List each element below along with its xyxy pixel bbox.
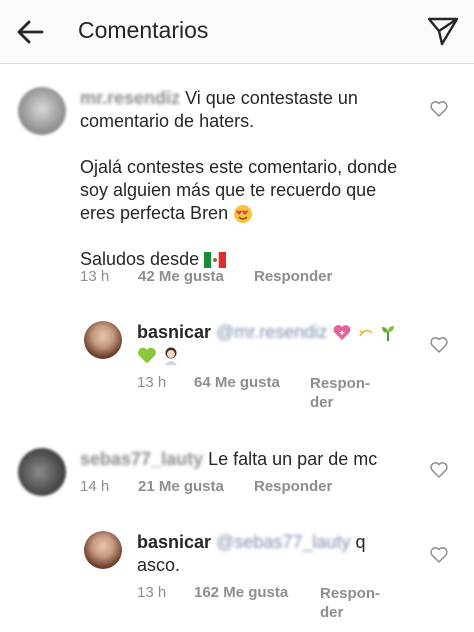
comment-text: sebas77_lauty Le falta un par de mc [80, 448, 378, 471]
mention-link[interactable]: @sebas77_lauty [216, 531, 350, 554]
username[interactable]: basnicar [137, 322, 211, 342]
likes-count[interactable]: 64 Me gusta [194, 374, 280, 391]
likes-count[interactable]: 162 Me gusta [194, 584, 288, 601]
heart-eyes-emoji-icon [234, 205, 253, 224]
person-emoji-icon [165, 347, 178, 366]
avatar[interactable] [84, 321, 122, 359]
reply-button[interactable]: Respon- der [310, 374, 370, 412]
comment-text: mr.resendiz Vi que contestaste un coment… [80, 87, 398, 269]
reply-button[interactable]: Responder [254, 268, 332, 285]
sparkling-heart-icon [333, 325, 351, 341]
green-heart-icon [138, 347, 156, 364]
avatar[interactable] [18, 448, 66, 496]
username[interactable]: basnicar [137, 532, 211, 552]
avatar[interactable] [18, 87, 66, 135]
mexico-flag-icon [204, 252, 227, 269]
comment-meta: 14 h 21 Me gusta Responder [80, 478, 420, 495]
timestamp: 14 h [80, 478, 110, 495]
reply-button[interactable]: Responder [254, 478, 332, 495]
like-heart-icon[interactable] [429, 545, 449, 565]
like-heart-icon[interactable] [429, 335, 449, 355]
avatar[interactable] [84, 531, 122, 569]
page-title: Comentarios [78, 17, 209, 43]
reply-meta: 13 h 162 Me gusta Respon- der [137, 584, 427, 626]
reply-text: basnicar @mr.resendiz [137, 321, 427, 367]
paper-plane-icon[interactable] [426, 14, 460, 48]
timestamp: 13 h [80, 268, 110, 285]
seedling-icon [382, 326, 395, 342]
username[interactable]: mr.resendiz [80, 87, 180, 110]
dizzy-icon [358, 329, 373, 337]
likes-count[interactable]: 21 Me gusta [138, 478, 224, 495]
back-arrow-icon[interactable] [14, 16, 46, 48]
timestamp: 13 h [137, 374, 167, 391]
top-bar: Comentarios [0, 0, 474, 64]
comment-meta: 13 h 42 Me gusta Responder [80, 268, 420, 285]
reply-text: basnicar @sebas77_lauty q asco. [137, 531, 366, 575]
username[interactable]: sebas77_lauty [80, 448, 203, 471]
like-heart-icon[interactable] [429, 99, 449, 119]
mention-link[interactable]: @mr.resendiz [216, 321, 327, 344]
reply-meta: 13 h 64 Me gusta Respon- der [137, 374, 427, 416]
reply-button[interactable]: Respon- der [320, 584, 380, 622]
like-heart-icon[interactable] [429, 460, 449, 480]
timestamp: 13 h [137, 584, 167, 601]
likes-count[interactable]: 42 Me gusta [138, 268, 224, 285]
